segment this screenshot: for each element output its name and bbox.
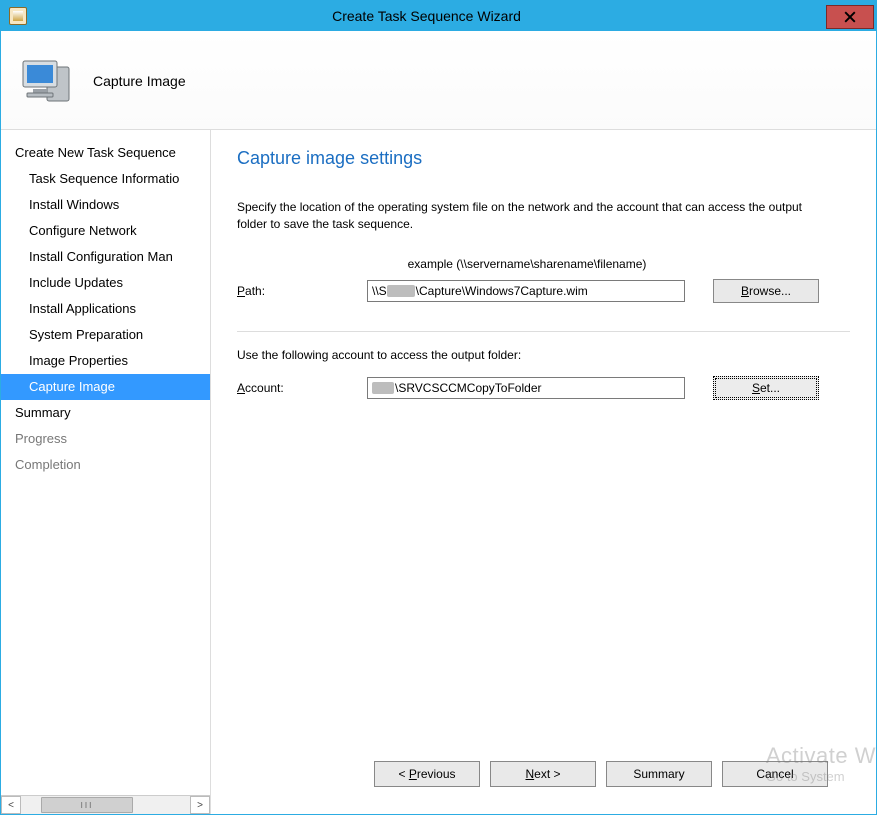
content-pane: Capture image settings Specify the locat…	[211, 130, 876, 814]
scroll-right-icon[interactable]: >	[190, 796, 210, 814]
account-field[interactable]: \SRVCSCCMCopyToFolder	[367, 377, 685, 399]
separator	[237, 331, 850, 332]
nav-step-install-windows[interactable]: Install Windows	[1, 192, 210, 218]
nav-section-create[interactable]: Create New Task Sequence	[1, 140, 210, 166]
content-heading: Capture image settings	[237, 148, 850, 169]
window-title: Create Task Sequence Wizard	[27, 8, 826, 24]
sidebar: Create New Task Sequence Task Sequence I…	[1, 130, 211, 814]
nav-section-progress: Progress	[1, 426, 210, 452]
path-example: example (\\servername\sharename\filename…	[367, 257, 687, 271]
path-redacted	[387, 285, 415, 297]
close-button[interactable]	[826, 5, 874, 29]
nav-step-install-cm[interactable]: Install Configuration Man	[1, 244, 210, 270]
scroll-track[interactable]: III	[21, 796, 190, 814]
nav-step-configure-network[interactable]: Configure Network	[1, 218, 210, 244]
wizard-window: Create Task Sequence Wizard Capture Imag…	[0, 0, 877, 815]
nav-tree: Create New Task Sequence Task Sequence I…	[1, 130, 210, 795]
account-row: Account: \SRVCSCCMCopyToFolder Set...	[237, 376, 850, 400]
wizard-footer: < Previous Next > Summary Cancel	[237, 744, 850, 804]
nav-step-system-prep[interactable]: System Preparation	[1, 322, 210, 348]
scroll-thumb[interactable]: III	[41, 797, 133, 813]
path-label: Path:	[237, 284, 367, 298]
account-redacted	[372, 382, 394, 394]
set-button[interactable]: Set...	[713, 376, 819, 400]
nav-step-image-properties[interactable]: Image Properties	[1, 348, 210, 374]
close-icon	[844, 11, 856, 23]
nav-step-install-apps[interactable]: Install Applications	[1, 296, 210, 322]
page-title: Capture Image	[93, 73, 186, 89]
sidebar-scrollbar[interactable]: < III >	[1, 795, 210, 814]
nav-step-task-sequence-info[interactable]: Task Sequence Informatio	[1, 166, 210, 192]
computer-icon	[19, 53, 75, 109]
path-value-prefix: \\S	[372, 281, 387, 301]
app-icon	[9, 7, 27, 25]
wizard-header: Capture Image	[1, 31, 876, 130]
next-button[interactable]: Next >	[490, 761, 596, 787]
content-description: Specify the location of the operating sy…	[237, 199, 817, 233]
cancel-button[interactable]: Cancel	[722, 761, 828, 787]
summary-button[interactable]: Summary	[606, 761, 712, 787]
browse-button[interactable]: Browse...	[713, 279, 819, 303]
scroll-left-icon[interactable]: <	[1, 796, 21, 814]
path-value-suffix: \Capture\Windows7Capture.wim	[416, 281, 588, 301]
path-input[interactable]: \\S \Capture\Windows7Capture.wim	[367, 280, 685, 302]
title-bar: Create Task Sequence Wizard	[1, 1, 876, 31]
nav-section-completion: Completion	[1, 452, 210, 478]
nav-section-summary[interactable]: Summary	[1, 400, 210, 426]
path-row: Path: \\S \Capture\Windows7Capture.wim B…	[237, 279, 850, 303]
nav-step-include-updates[interactable]: Include Updates	[1, 270, 210, 296]
account-intro: Use the following account to access the …	[237, 348, 850, 362]
account-value: \SRVCSCCMCopyToFolder	[395, 378, 542, 398]
account-label: Account:	[237, 381, 367, 395]
previous-button[interactable]: < Previous	[374, 761, 480, 787]
nav-step-capture-image[interactable]: Capture Image	[1, 374, 210, 400]
wizard-body: Create New Task Sequence Task Sequence I…	[1, 130, 876, 814]
